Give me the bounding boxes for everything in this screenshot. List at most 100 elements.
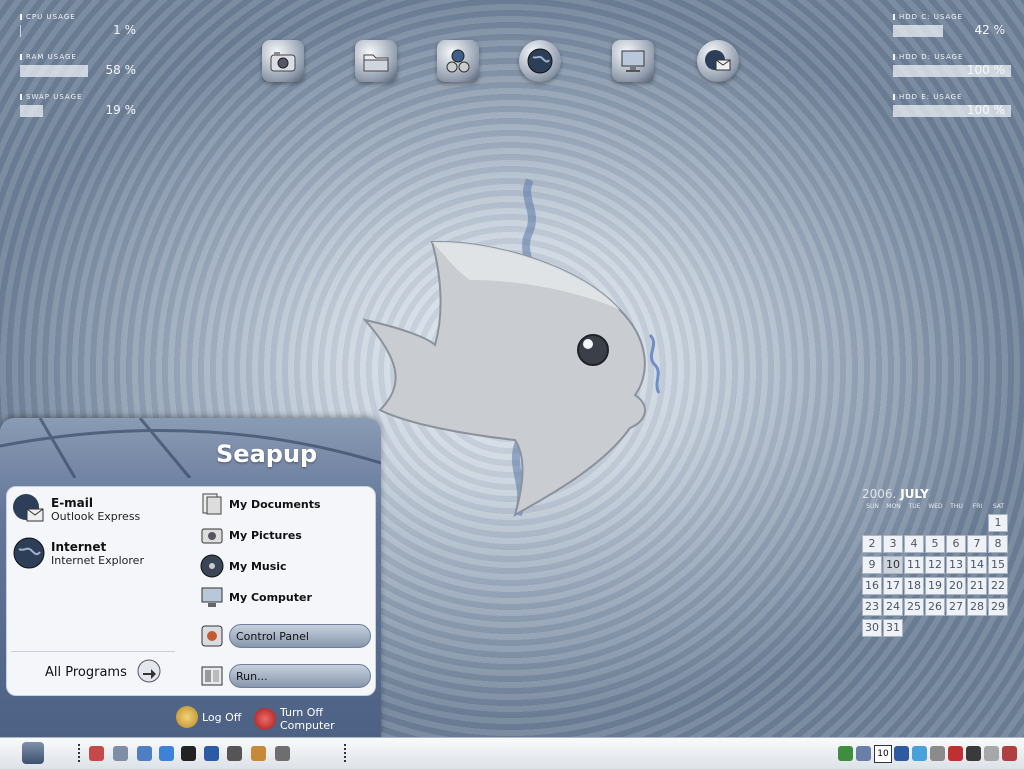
- calendar-day[interactable]: 23: [862, 598, 882, 616]
- tray-tool-icon[interactable]: [912, 746, 927, 761]
- weekday-fri: FRI: [972, 503, 983, 510]
- control-panel-button[interactable]: Control Panel: [229, 624, 371, 648]
- power-icon: [254, 708, 276, 730]
- calendar-day[interactable]: 14: [967, 556, 987, 574]
- ram-usage-bar: [20, 65, 88, 77]
- desktop-icon-bar: [262, 40, 762, 88]
- calendar-day[interactable]: 3: [883, 535, 903, 553]
- key-icon: [176, 706, 198, 728]
- all-programs-arrow-icon[interactable]: [137, 659, 161, 683]
- quicklaunch-winamp-icon[interactable]: [227, 746, 242, 761]
- quicklaunch-paint-icon[interactable]: [251, 746, 266, 761]
- log-off-label: Log Off: [202, 710, 242, 724]
- taskbar-grip-2[interactable]: [344, 744, 348, 762]
- calendar-day[interactable]: 19: [925, 577, 945, 595]
- calendar-day[interactable]: 8: [988, 535, 1008, 553]
- my-pictures-label: My Pictures: [229, 528, 302, 542]
- ram-usage-value: 58 %: [105, 63, 137, 77]
- quicklaunch-app-icon[interactable]: [89, 746, 104, 761]
- calendar-day[interactable]: 15: [988, 556, 1008, 574]
- calendar-day[interactable]: 2: [862, 535, 882, 553]
- all-programs-button[interactable]: All Programs: [45, 665, 127, 680]
- quicklaunch-cursor-icon[interactable]: [181, 746, 196, 761]
- my-documents-item[interactable]: My Documents: [199, 491, 321, 517]
- log-off-button[interactable]: Log Off: [176, 706, 241, 728]
- calendar-day[interactable]: 7: [967, 535, 987, 553]
- calendar-day[interactable]: 30: [862, 619, 882, 637]
- my-pictures-item[interactable]: My Pictures: [199, 522, 302, 548]
- calendar-day[interactable]: 13: [946, 556, 966, 574]
- swap-usage-bar: [20, 105, 43, 117]
- weekday-thu: THU: [950, 503, 963, 510]
- cpu-usage-bar: [20, 25, 21, 37]
- tray-antivirus-icon[interactable]: [948, 746, 963, 761]
- calendar-day[interactable]: 21: [967, 577, 987, 595]
- calendar-day[interactable]: 25: [904, 598, 924, 616]
- ram-usage-widget: RAM USAGE 58 %: [20, 53, 140, 79]
- calendar-day[interactable]: 26: [925, 598, 945, 616]
- ram-usage-label: RAM USAGE: [20, 53, 140, 61]
- swap-usage-widget: SWAP USAGE 19 %: [20, 93, 140, 119]
- calendar-day[interactable]: 17: [883, 577, 903, 595]
- calendar-day[interactable]: 16: [862, 577, 882, 595]
- quicklaunch-tool-icon[interactable]: [137, 746, 152, 761]
- tray-network-icon[interactable]: [838, 746, 853, 761]
- calendar-day[interactable]: 9: [862, 556, 882, 574]
- hdd-c-usage-widget: HDD C: USAGE 42 %: [893, 13, 1013, 39]
- calendar-day[interactable]: 24: [883, 598, 903, 616]
- tray-settings-icon[interactable]: [930, 746, 945, 761]
- calendar-day[interactable]: 1: [988, 514, 1008, 532]
- calendar-day[interactable]: 12: [925, 556, 945, 574]
- my-music-item[interactable]: My Music: [199, 553, 287, 579]
- calendar-month: JULY: [900, 487, 929, 501]
- calendar-day[interactable]: 4: [904, 535, 924, 553]
- network-places-icon[interactable]: [437, 40, 479, 82]
- calendar-day[interactable]: 11: [904, 556, 924, 574]
- my-computer-item[interactable]: My Computer: [199, 584, 312, 610]
- tray-disc-icon[interactable]: [984, 746, 999, 761]
- tray-drop-icon[interactable]: [894, 746, 909, 761]
- calendar-day[interactable]: 10: [883, 556, 903, 574]
- tray-date-icon[interactable]: 10: [874, 745, 892, 763]
- documents-icon: [202, 493, 222, 515]
- calendar-day[interactable]: 27: [946, 598, 966, 616]
- quicklaunch-disc-icon[interactable]: [275, 746, 290, 761]
- quicklaunch-browser-icon[interactable]: [159, 746, 174, 761]
- start-menu-user-name: Seapup: [216, 440, 318, 468]
- calendar-day[interactable]: 31: [883, 619, 903, 637]
- control-panel-icon: [201, 625, 223, 647]
- hdd-d-usage-label: HDD D: USAGE: [893, 53, 1013, 61]
- calendar-day[interactable]: 29: [988, 598, 1008, 616]
- camera-icon[interactable]: [262, 40, 304, 82]
- turn-off-label: Turn Off Computer: [279, 706, 335, 732]
- weekday-tue: TUE: [908, 503, 921, 510]
- calendar-day[interactable]: 5: [925, 535, 945, 553]
- monitor-icon[interactable]: [612, 40, 654, 82]
- weekday-sun: SUN: [866, 503, 879, 510]
- tray-audio-icon[interactable]: [966, 746, 981, 761]
- calendar-day[interactable]: 18: [904, 577, 924, 595]
- swap-usage-value: 19 %: [105, 103, 137, 117]
- quicklaunch-network-icon[interactable]: [113, 746, 128, 761]
- calendar-day[interactable]: 22: [988, 577, 1008, 595]
- turn-off-button[interactable]: Turn Off Computer: [254, 706, 381, 732]
- start-menu-header-art: [0, 418, 381, 478]
- calendar-day[interactable]: 6: [946, 535, 966, 553]
- tray-volume-icon[interactable]: [1002, 746, 1017, 761]
- pinned-internet[interactable]: Internet Internet Explorer: [11, 535, 144, 571]
- globe-icon[interactable]: [519, 40, 561, 82]
- pinned-internet-title: Internet: [51, 539, 107, 554]
- start-button[interactable]: [22, 742, 44, 764]
- quicklaunch-media-icon[interactable]: [204, 746, 219, 761]
- run-button[interactable]: Run...: [229, 664, 371, 688]
- weekday-mon: MON: [886, 503, 901, 510]
- tray-monitor-icon[interactable]: [856, 746, 871, 761]
- taskbar-grip[interactable]: [78, 744, 82, 762]
- calendar-weekday-row: SUN MON TUE WED THU FRI SAT: [862, 503, 1012, 510]
- email-globe-icon[interactable]: [697, 40, 739, 82]
- calendar-day[interactable]: 28: [967, 598, 987, 616]
- calendar-day[interactable]: 20: [946, 577, 966, 595]
- folder-icon[interactable]: [355, 40, 397, 82]
- swap-usage-label: SWAP USAGE: [20, 93, 140, 101]
- pinned-email[interactable]: E-mail Outlook Express: [11, 491, 140, 527]
